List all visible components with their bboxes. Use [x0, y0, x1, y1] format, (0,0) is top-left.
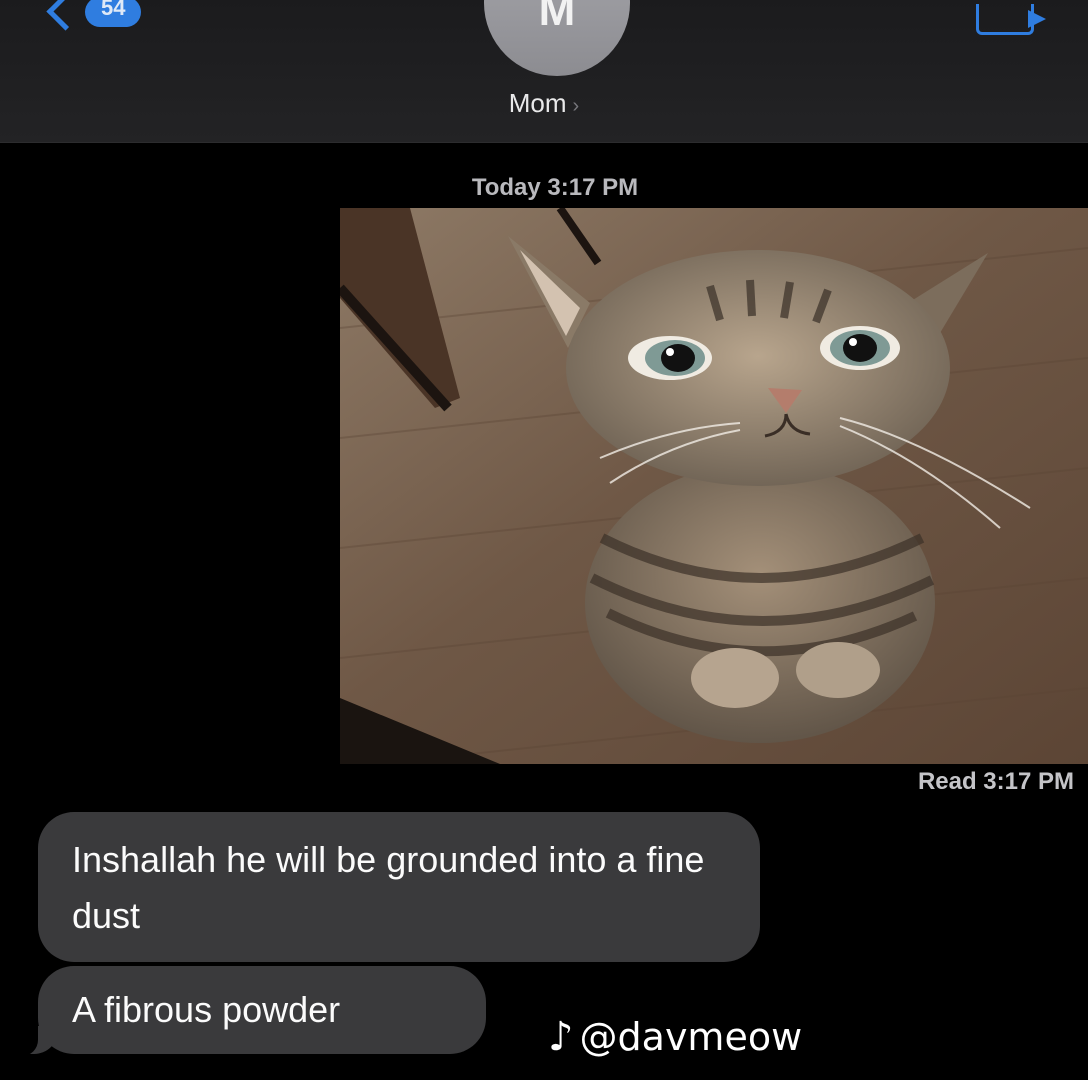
message-timestamp: Today 3:17 PM — [471, 174, 639, 201]
watermark-handle: @davmeow — [579, 1015, 803, 1059]
conversation-header: 54 M Mom › — [0, 0, 1088, 143]
contact-name-button[interactable]: Mom › — [0, 88, 1088, 119]
read-receipt: Read 3:17 PM — [917, 768, 1074, 795]
message-text: A fibrous powder — [72, 989, 341, 1030]
sent-photo[interactable] — [340, 208, 1088, 764]
received-message-bubble[interactable]: A fibrous powder — [12, 966, 486, 1056]
tiktok-note-icon: ♪ — [548, 1014, 574, 1060]
video-camera-icon[interactable] — [976, 4, 1054, 35]
tiktok-watermark: ♪ @davmeow — [548, 1012, 802, 1062]
contact-avatar[interactable]: M — [484, 0, 630, 76]
cat-photo-illustration — [340, 208, 1088, 764]
back-button[interactable]: 54 — [40, 0, 142, 40]
chevron-right-icon: › — [572, 95, 580, 117]
contact-name: Mom — [508, 88, 567, 118]
avatar-initial: M — [538, 0, 576, 35]
message-text: Inshallah he will be grounded into a fin… — [72, 839, 705, 936]
chevron-left-icon — [46, 0, 85, 31]
unread-count-badge: 54 — [85, 0, 142, 27]
received-message-bubble[interactable]: Inshallah he will be grounded into a fin… — [38, 812, 760, 962]
